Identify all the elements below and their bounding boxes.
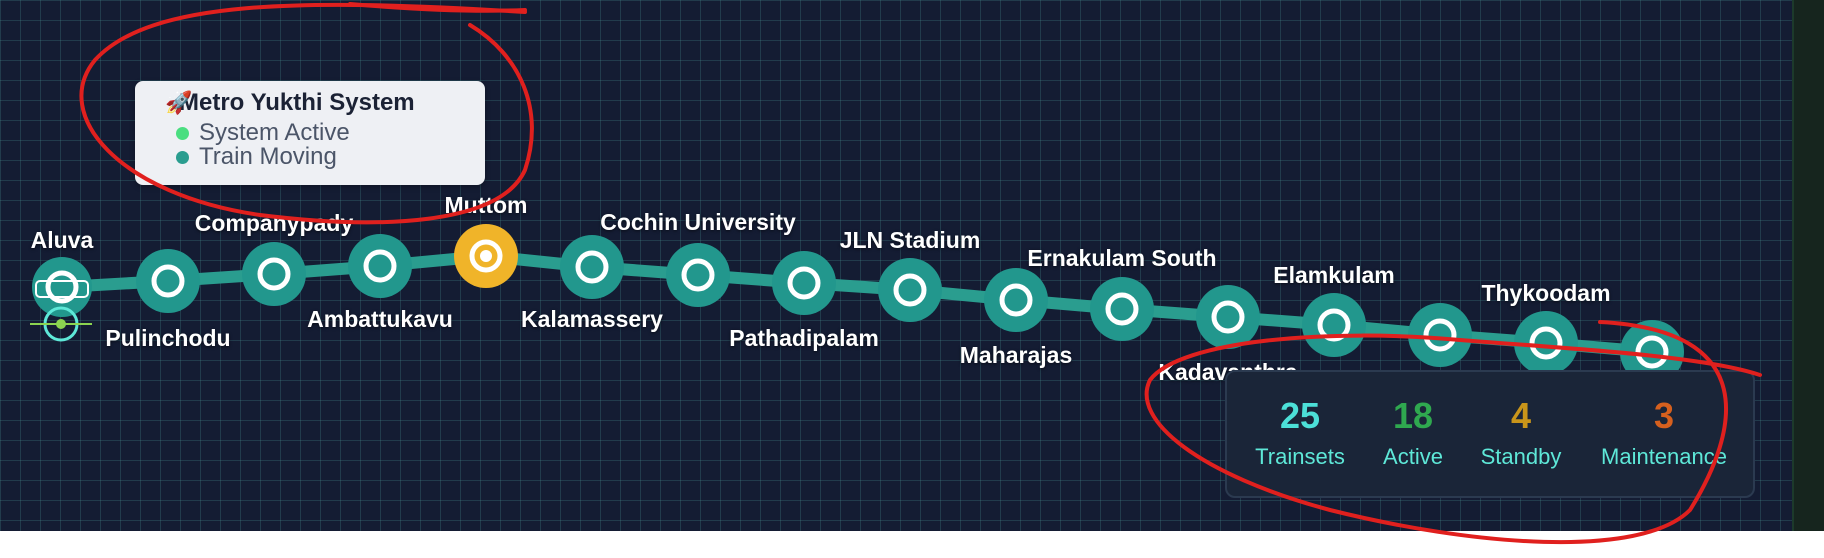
station-node[interactable] (984, 268, 1048, 332)
system-title: Metro Yukthi System (179, 89, 415, 116)
station-node[interactable] (242, 242, 306, 306)
station-label: Kalamassery (521, 306, 663, 332)
stat-label: Maintenance (1601, 444, 1727, 469)
stat-value: 25 (1279, 395, 1321, 436)
stat-label: Trainsets (1255, 444, 1345, 469)
station-node[interactable] (666, 243, 730, 307)
active-status-dot (176, 126, 189, 140)
station-node[interactable] (1514, 311, 1578, 375)
station-node[interactable] (772, 251, 836, 315)
status-train-moving: Train Moving (176, 145, 471, 169)
station-label: Pulinchodu (105, 325, 231, 351)
status-label: System Active (199, 119, 350, 146)
station-node-highlighted[interactable] (454, 224, 518, 288)
station-node[interactable] (1090, 277, 1154, 341)
status-label: Train Moving (199, 143, 337, 170)
station-label: Pathadipalam (729, 325, 879, 351)
station-label: Ambattukavu (307, 306, 453, 332)
stat-value: 18 (1392, 395, 1434, 436)
station-label: Companypady (194, 210, 354, 236)
station-node[interactable] (348, 234, 412, 298)
station-label: Thykoodam (1481, 280, 1611, 306)
stat-label: Active (1383, 444, 1443, 469)
station-label: Cochin University (600, 209, 796, 235)
side-panel-edge (1792, 0, 1824, 531)
metro-map: Aluva Pulinchodu Companypady Ambattukavu Mut… (0, 0, 1792, 531)
stat-label: Standby (1480, 444, 1562, 469)
stat-standby: 4 Standby (1481, 396, 1562, 470)
station-node[interactable] (1302, 293, 1366, 357)
moving-status-dot (176, 150, 189, 164)
stat-value: 3 (1653, 395, 1675, 436)
station-label: Maharajas (959, 342, 1073, 368)
station-label: Muttom (444, 192, 528, 218)
station-node[interactable] (1196, 285, 1260, 349)
fleet-stats-panel: 25 Trainsets 18 Active 4 Standby 3 Maint… (1225, 370, 1755, 498)
station-node[interactable] (878, 258, 942, 322)
stat-active: 18 Active (1383, 396, 1443, 470)
station-label: Aluva (30, 227, 94, 253)
system-status-card: 🚀 Metro Yukthi System System Active Trai… (135, 81, 485, 185)
status-system-active: System Active (176, 121, 471, 145)
station-label: JLN Stadium (839, 227, 981, 253)
station-node[interactable] (560, 235, 624, 299)
rocket-icon: 🚀 (165, 90, 193, 115)
stat-value: 4 (1510, 395, 1532, 436)
stat-maintenance: 3 Maintenance (1601, 396, 1727, 470)
station-label: Elamkulam (1273, 262, 1395, 288)
station-node[interactable] (1408, 303, 1472, 367)
station-node[interactable] (136, 249, 200, 313)
station-label: Ernakulam South (1027, 245, 1217, 271)
stat-trainsets: 25 Trainsets (1255, 396, 1345, 470)
